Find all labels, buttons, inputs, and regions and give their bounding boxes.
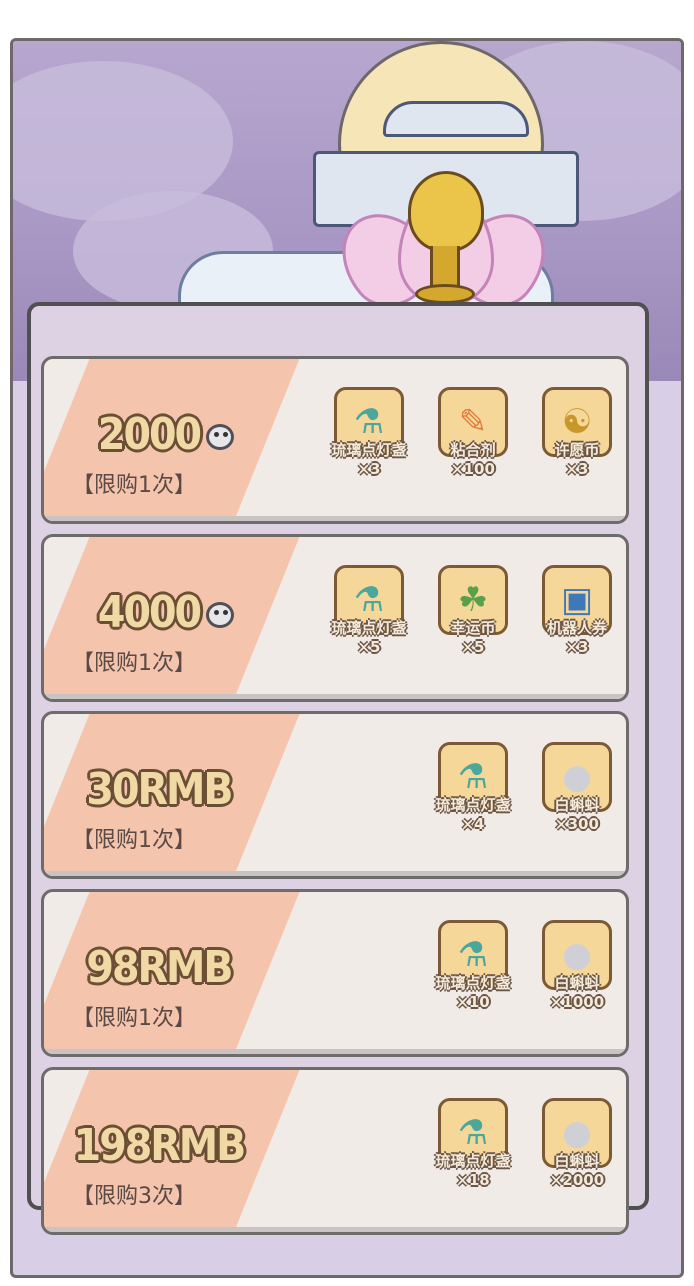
reward-name: 白蝌蚪 xyxy=(554,974,600,992)
reward-quantity: ×2000 xyxy=(549,1171,605,1189)
reward-name: 琉璃点灯盏 xyxy=(331,441,407,459)
reward-quantity: ×3 xyxy=(565,460,589,478)
reward-item: ⚗ 琉璃点灯盏 ×18 xyxy=(432,1098,514,1189)
reward-name: 幸运币 xyxy=(450,619,496,637)
reward-quantity: ×10 xyxy=(456,993,490,1011)
reward-quantity: ×5 xyxy=(357,638,381,656)
reward-item: ● 白蝌蚪 ×1000 xyxy=(536,920,618,1011)
reward-item: ⚗ 琉璃点灯盏 ×10 xyxy=(432,920,514,1011)
tadpole-icon xyxy=(204,600,240,630)
reward-item: ✎ 粘合剂 ×100 xyxy=(432,387,514,478)
reward-quantity: ×18 xyxy=(456,1171,490,1189)
reward-name: 机器人券 xyxy=(546,619,607,637)
reward-item: ● 白蝌蚪 ×2000 xyxy=(536,1098,618,1189)
reward-quantity: ×4 xyxy=(461,815,485,833)
reward-quantity: ×1000 xyxy=(549,993,605,1011)
offer-price: 198RMB xyxy=(73,1120,247,1171)
offer-card[interactable]: 198RMB 【限购3次】 ⚗ 琉璃点灯盏 ×18 ● 白蝌蚪 ×2000 xyxy=(41,1067,629,1235)
offer-price: 98RMB xyxy=(86,942,233,993)
reward-item: ⚗ 琉璃点灯盏 ×4 xyxy=(432,742,514,833)
reward-item: ▣ 机器人券 ×3 xyxy=(536,565,618,656)
reward-name: 琉璃点灯盏 xyxy=(331,619,407,637)
reward-name: 白蝌蚪 xyxy=(554,796,600,814)
offer-price: 30RMB xyxy=(86,764,233,815)
reward-item: ☘ 幸运币 ×5 xyxy=(432,565,514,656)
offer-price: 4000 xyxy=(54,587,284,638)
reward-name: 琉璃点灯盏 xyxy=(435,1152,511,1170)
reward-quantity: ×3 xyxy=(565,638,589,656)
reward-item: ⚗ 琉璃点灯盏 ×5 xyxy=(328,565,410,656)
lotus-lamp-icon xyxy=(408,171,484,252)
purchase-limit: 【限购1次】 xyxy=(72,473,196,498)
reward-name: 琉璃点灯盏 xyxy=(435,796,511,814)
purchase-limit: 【限购3次】 xyxy=(72,1184,196,1209)
reward-quantity: ×3 xyxy=(357,460,381,478)
reward-name: 粘合剂 xyxy=(450,441,496,459)
reward-name: 琉璃点灯盏 xyxy=(435,974,511,992)
offer-card[interactable]: 2000 【限购1次】 ⚗ 琉璃点灯盏 ×3 ✎ 粘合剂 ×100 ☯ 许愿币 ×3 xyxy=(41,356,629,524)
purchase-limit: 【限购1次】 xyxy=(72,828,196,853)
purchase-limit: 【限购1次】 xyxy=(72,1006,196,1031)
offer-card[interactable]: 4000 【限购1次】 ⚗ 琉璃点灯盏 ×5 ☘ 幸运币 ×5 ▣ 机器人券 ×3 xyxy=(41,534,629,702)
reward-quantity: ×100 xyxy=(451,460,495,478)
reward-item: ● 白蝌蚪 ×300 xyxy=(536,742,618,833)
reward-item: ⚗ 琉璃点灯盏 ×3 xyxy=(328,387,410,478)
offer-price: 2000 xyxy=(54,409,284,460)
offer-card[interactable]: 30RMB 【限购1次】 ⚗ 琉璃点灯盏 ×4 ● 白蝌蚪 ×300 xyxy=(41,711,629,879)
reward-quantity: ×300 xyxy=(555,815,599,833)
offer-card[interactable]: 98RMB 【限购1次】 ⚗ 琉璃点灯盏 ×10 ● 白蝌蚪 ×1000 xyxy=(41,889,629,1057)
reward-item: ☯ 许愿币 ×3 xyxy=(536,387,618,478)
reward-name: 许愿币 xyxy=(554,441,600,459)
reward-name: 白蝌蚪 xyxy=(554,1152,600,1170)
reward-quantity: ×5 xyxy=(461,638,485,656)
purchase-limit: 【限购1次】 xyxy=(72,651,196,676)
tadpole-icon xyxy=(204,422,240,452)
